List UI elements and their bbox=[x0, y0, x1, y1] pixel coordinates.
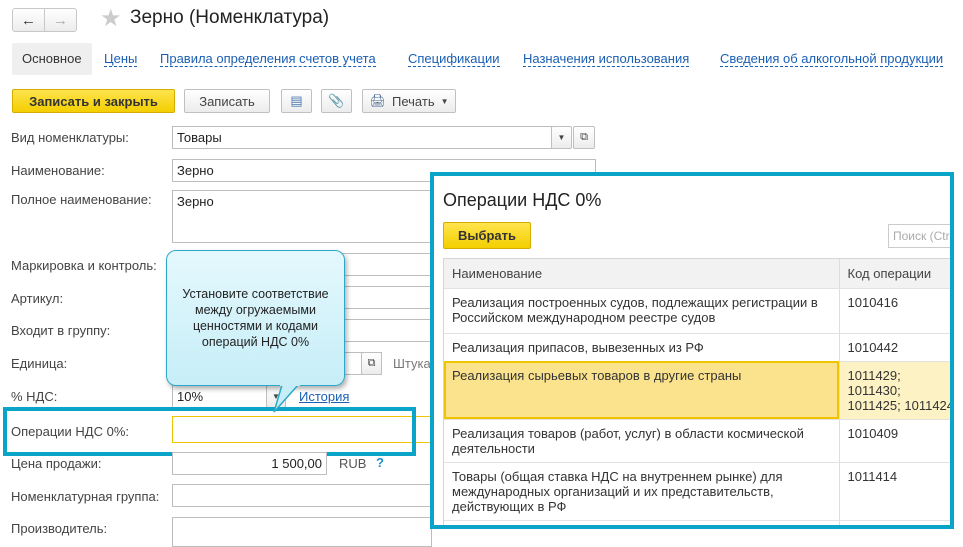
unit-label: Единица: bbox=[11, 356, 68, 371]
name-label: Наименование: bbox=[11, 163, 105, 178]
maker-label: Производитель: bbox=[11, 521, 108, 536]
tab-specifications[interactable]: Спецификации bbox=[408, 43, 500, 75]
row-code: 1011429; 1011430; 1011425; 1011424 bbox=[838, 361, 950, 420]
arrow-right-icon: → bbox=[53, 11, 68, 29]
tab-label: Сведения об алкогольной продукции bbox=[720, 51, 944, 67]
table-row[interactable]: Реализация припасов, вывезенных из РФ 101… bbox=[444, 333, 950, 362]
row-name: Реализация товаров (работ, услуг) в обла… bbox=[444, 419, 839, 463]
row-code: 1010409 bbox=[838, 419, 950, 463]
tab-label: Правила определения счетов учета bbox=[160, 51, 376, 67]
tab-usage[interactable]: Назначения использования bbox=[523, 43, 690, 75]
row-name: Товары (общая ставка НДС на внутреннем р… bbox=[444, 462, 839, 521]
price-label: Цена продажи: bbox=[11, 456, 102, 471]
row-name: Реализация припасов, вывезенных из РФ bbox=[444, 333, 839, 362]
fullname-label: Полное наименование: bbox=[11, 192, 152, 207]
nomgroup-label: Номенклатурная группа: bbox=[11, 489, 160, 504]
favorite-star-icon[interactable]: ★ bbox=[100, 4, 122, 33]
table-row[interactable]: Товары (пониженная ставка НДС на внутрен… bbox=[444, 520, 950, 525]
row-code: 1011415 bbox=[838, 520, 950, 525]
tab-account-rules[interactable]: Правила определения счетов учета bbox=[160, 43, 376, 75]
row-name: Реализация сырьевых товаров в другие стр… bbox=[444, 361, 839, 420]
help-icon[interactable]: ? bbox=[376, 455, 384, 470]
tab-label: Цены bbox=[104, 51, 138, 67]
kind-value: Товары bbox=[177, 130, 222, 145]
chevron-down-icon: ▼ bbox=[440, 96, 449, 106]
hint-text: Установите соответствие между огружаемым… bbox=[182, 287, 329, 349]
operations-table: Наименование Код операции Реализация пост… bbox=[443, 258, 950, 525]
article-label: Артикул: bbox=[11, 291, 64, 306]
table-row[interactable]: Товары (общая ставка НДС на внутреннем р… bbox=[444, 462, 950, 521]
column-header-code[interactable]: Код операции bbox=[838, 259, 950, 289]
row-code: 1010442 bbox=[838, 333, 950, 362]
tab-alcohol[interactable]: Сведения об алкогольной продукции bbox=[720, 43, 944, 75]
unit-text: Штука bbox=[393, 356, 431, 371]
maker-field[interactable] bbox=[172, 517, 432, 547]
callout-tail bbox=[273, 384, 300, 413]
dropdown-icon[interactable]: ▼ bbox=[551, 126, 572, 149]
price-value: 1 500,00 bbox=[271, 456, 322, 471]
back-button[interactable]: ← bbox=[12, 8, 45, 32]
select-button[interactable]: Выбрать bbox=[443, 222, 531, 249]
print-button[interactable]: 🖨 Печать ▼ bbox=[362, 89, 456, 113]
search-input[interactable]: Поиск (Ctrl+F) bbox=[888, 224, 950, 248]
group-label: Входит в группу: bbox=[11, 323, 111, 338]
list-icon[interactable]: ▤ bbox=[281, 89, 312, 113]
hint-callout: Установите соответствие между огружаемым… bbox=[166, 250, 345, 386]
table-row[interactable]: Реализация построенных судов, подлежащих… bbox=[444, 288, 950, 334]
name-value: Зерно bbox=[177, 163, 214, 178]
printer-icon: 🖨 bbox=[369, 93, 386, 108]
vat0-operations-popup: Операции НДС 0% Выбрать Поиск (Ctrl+F) Н… bbox=[430, 172, 954, 529]
popup-title: Операции НДС 0% bbox=[443, 190, 602, 210]
table-row[interactable]: Реализация товаров (работ, услуг) в обла… bbox=[444, 419, 950, 463]
vat-field[interactable]: 10% bbox=[172, 385, 267, 408]
save-and-close-button[interactable]: Записать и закрыть bbox=[12, 89, 175, 113]
column-header-name[interactable]: Наименование bbox=[444, 259, 839, 289]
highlight-frame bbox=[3, 407, 416, 456]
open-icon[interactable]: ⧉ bbox=[361, 352, 382, 375]
open-icon[interactable]: ⧉ bbox=[573, 126, 595, 149]
tab-main[interactable]: Основное bbox=[12, 43, 92, 75]
attachment-icon[interactable]: 📎 bbox=[321, 89, 352, 113]
tab-label: Спецификации bbox=[408, 51, 500, 67]
page-title: Зерно (Номенклатура) bbox=[130, 7, 330, 28]
row-code: 1011414 bbox=[838, 462, 950, 521]
table-row-selected[interactable]: Реализация сырьевых товаров в другие стр… bbox=[444, 361, 950, 420]
row-name: Товары (пониженная ставка НДС на внутрен… bbox=[444, 520, 839, 525]
tab-label: Назначения использования bbox=[523, 51, 690, 67]
nomgroup-field[interactable] bbox=[172, 484, 432, 507]
vat-label: % НДС: bbox=[11, 389, 58, 404]
price-field[interactable]: 1 500,00 bbox=[172, 452, 327, 475]
save-button[interactable]: Записать bbox=[184, 89, 270, 113]
tab-prices[interactable]: Цены bbox=[104, 43, 138, 75]
print-label: Печать bbox=[392, 93, 435, 109]
currency-label: RUB bbox=[339, 456, 367, 471]
marking-label: Маркировка и контроль: bbox=[11, 258, 157, 273]
arrow-left-icon: ← bbox=[21, 11, 36, 29]
kind-label: Вид номенклатуры: bbox=[11, 130, 129, 145]
kind-field[interactable]: Товары bbox=[172, 126, 552, 149]
row-name: Реализация построенных судов, подлежащих… bbox=[444, 288, 839, 334]
row-code: 1010416 bbox=[838, 288, 950, 334]
forward-button[interactable]: → bbox=[44, 8, 77, 32]
vat-value: 10% bbox=[177, 389, 204, 404]
fullname-value: Зерно bbox=[177, 194, 214, 209]
